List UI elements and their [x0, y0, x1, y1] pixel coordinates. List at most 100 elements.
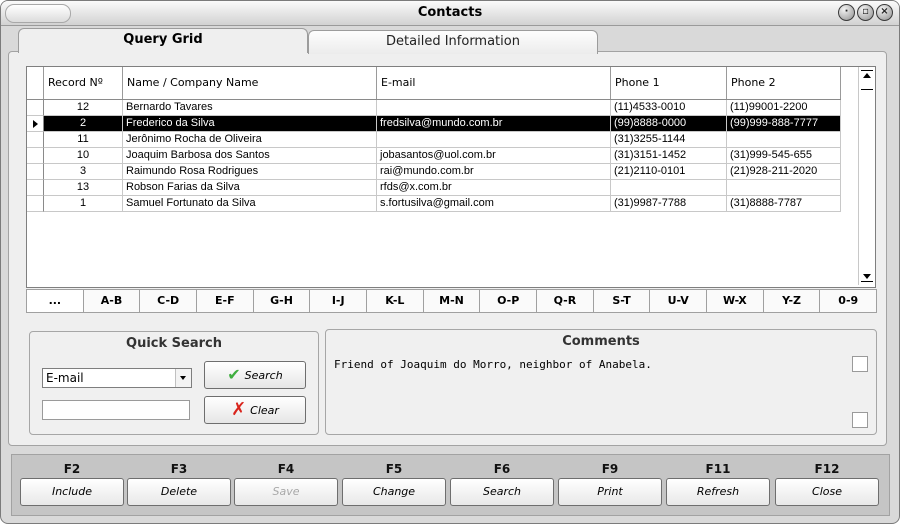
cell-email[interactable]: rai@mundo.com.br — [377, 164, 611, 180]
cell-phone-2[interactable]: (99)999-888-7777 — [727, 116, 841, 132]
cell-record-no[interactable]: 12 — [44, 100, 123, 116]
cell-phone-2[interactable]: (11)99001-2200 — [727, 100, 841, 116]
letter-tab-w-x[interactable]: W-X — [707, 290, 764, 312]
letter-tab-g-h[interactable]: G-H — [254, 290, 311, 312]
cell-email[interactable] — [377, 100, 611, 116]
letter-tab-c-d[interactable]: C-D — [140, 290, 198, 312]
cell-name[interactable]: Bernardo Tavares — [123, 100, 377, 116]
close-button[interactable]: Close — [775, 478, 879, 506]
header-record-no[interactable]: Record Nº — [44, 67, 123, 99]
comments-scroll-up-icon[interactable] — [852, 356, 868, 372]
comments-scrollbar[interactable] — [852, 356, 868, 428]
comments-scroll-down-icon[interactable] — [852, 412, 868, 428]
title-bar[interactable]: Contacts · ▫ × — [1, 1, 899, 26]
scroll-up-icon[interactable] — [863, 73, 871, 78]
delete-button[interactable]: Delete — [127, 478, 231, 506]
search-button-label: Search — [244, 368, 283, 382]
table-row[interactable]: 3 Raimundo Rosa Rodrigues rai@mundo.com.br… — [27, 164, 841, 180]
table-row[interactable]: 11 Jerônimo Rocha de Oliveira (31)3255-114… — [27, 132, 841, 148]
letter-filter-bar: ... A-B C-D E-F G-H I-J K-L M-N O-P Q-R S-T U-V W-X Y… — [26, 289, 877, 313]
cell-name[interactable]: Jerônimo Rocha de Oliveira — [123, 132, 377, 148]
row-indicator[interactable] — [27, 148, 44, 164]
cell-email[interactable]: s.fortusilva@gmail.com — [377, 196, 611, 212]
cell-name[interactable]: Raimundo Rosa Rodrigues — [123, 164, 377, 180]
cell-name[interactable]: Robson Farias da Silva — [123, 180, 377, 196]
search-button[interactable]: Search — [450, 478, 554, 506]
cell-phone-1[interactable]: (99)8888-0000 — [611, 116, 727, 132]
cell-record-no[interactable]: 3 — [44, 164, 123, 180]
letter-tab-o-p[interactable]: O-P — [480, 290, 538, 312]
header-phone-2[interactable]: Phone 2 — [727, 67, 841, 99]
letter-tab-a-b[interactable]: A-B — [84, 290, 141, 312]
letter-tab-y-z[interactable]: Y-Z — [764, 290, 821, 312]
save-button[interactable]: Save — [234, 478, 338, 506]
letter-tab-m-n[interactable]: M-N — [424, 290, 481, 312]
cell-email[interactable]: fredsilva@mundo.com.br — [377, 116, 611, 132]
print-button[interactable]: Print — [558, 478, 662, 506]
cell-phone-1[interactable]: (31)9987-7788 — [611, 196, 727, 212]
fkey-group-f2: F2 Include — [20, 460, 124, 506]
cell-phone-1[interactable]: (31)3255-1144 — [611, 132, 727, 148]
cell-email[interactable] — [377, 132, 611, 148]
cell-record-no[interactable]: 11 — [44, 132, 123, 148]
letter-tab-q-r[interactable]: Q-R — [537, 290, 594, 312]
change-button[interactable]: Change — [342, 478, 446, 506]
tab-query-grid[interactable]: Query Grid — [18, 28, 308, 53]
grid-scrollbar[interactable] — [858, 67, 875, 285]
header-name[interactable]: Name / Company Name — [123, 67, 377, 99]
row-indicator[interactable] — [27, 132, 44, 148]
cell-phone-2[interactable]: (31)8888-7787 — [727, 196, 841, 212]
x-icon: ✗ — [231, 399, 247, 420]
search-input[interactable] — [42, 400, 190, 420]
table-row[interactable]: 12 Bernardo Tavares (11)4533-0010 (11)99001… — [27, 100, 841, 116]
clear-button[interactable]: ✗ Clear — [204, 396, 306, 424]
comments-text[interactable]: Friend of Joaquim do Morro, neighbor of … — [334, 358, 839, 428]
letter-tab-0-9[interactable]: 0-9 — [820, 290, 876, 312]
row-indicator[interactable] — [27, 196, 44, 212]
letter-tab-i-j[interactable]: I-J — [310, 290, 368, 312]
cell-phone-2[interactable]: (21)928-211-2020 — [727, 164, 841, 180]
row-indicator[interactable] — [27, 164, 44, 180]
cell-phone-2[interactable] — [727, 180, 841, 196]
header-phone-1[interactable]: Phone 1 — [611, 67, 727, 99]
cell-record-no[interactable]: 13 — [44, 180, 123, 196]
letter-tab-all[interactable]: ... — [27, 290, 84, 312]
cell-phone-1[interactable]: (11)4533-0010 — [611, 100, 727, 116]
search-button[interactable]: ✔ Search — [204, 361, 306, 389]
cell-email[interactable]: rfds@x.com.br — [377, 180, 611, 196]
row-indicator[interactable] — [27, 100, 44, 116]
tab-detailed-information[interactable]: Detailed Information — [308, 30, 598, 54]
maximize-icon[interactable]: ▫ — [857, 4, 874, 21]
table-row[interactable]: 1 Samuel Fortunato da Silva s.fortusilva@g… — [27, 196, 841, 212]
table-row[interactable]: 13 Robson Farias da Silva rfds@x.com.br — [27, 180, 841, 196]
cell-record-no[interactable]: 10 — [44, 148, 123, 164]
letter-tab-k-l[interactable]: K-L — [367, 290, 424, 312]
cell-phone-1[interactable]: (21)2110-0101 — [611, 164, 727, 180]
cell-email[interactable]: jobasantos@uol.com.br — [377, 148, 611, 164]
table-row[interactable]: 10 Joaquim Barbosa dos Santos jobasantos@u… — [27, 148, 841, 164]
cell-name[interactable]: Samuel Fortunato da Silva — [123, 196, 377, 212]
chevron-down-icon[interactable] — [175, 369, 191, 387]
cell-phone-1[interactable] — [611, 180, 727, 196]
close-icon[interactable]: × — [876, 4, 893, 21]
letter-tab-s-t[interactable]: S-T — [594, 290, 651, 312]
include-button[interactable]: Include — [20, 478, 124, 506]
cell-name[interactable]: Frederico da Silva — [123, 116, 377, 132]
table-row[interactable]: 2 Frederico da Silva fredsilva@mundo.com.b… — [27, 116, 841, 132]
cell-phone-1[interactable]: (31)3151-1452 — [611, 148, 727, 164]
header-email[interactable]: E-mail — [377, 67, 611, 99]
cell-record-no[interactable]: 1 — [44, 196, 123, 212]
minimize-icon[interactable]: · — [838, 4, 855, 21]
row-indicator[interactable] — [27, 180, 44, 196]
cell-phone-2[interactable] — [727, 132, 841, 148]
row-indicator[interactable] — [27, 116, 44, 132]
letter-tab-u-v[interactable]: U-V — [650, 290, 708, 312]
cell-name[interactable]: Joaquim Barbosa dos Santos — [123, 148, 377, 164]
letter-tab-e-f[interactable]: E-F — [197, 290, 254, 312]
contacts-grid[interactable]: Record Nº Name / Company Name E-mail Pho… — [26, 66, 876, 288]
cell-record-no[interactable]: 2 — [44, 116, 123, 132]
refresh-button[interactable]: Refresh — [666, 478, 770, 506]
scroll-down-icon[interactable] — [863, 274, 871, 279]
search-field-select[interactable]: E-mail — [42, 368, 192, 388]
cell-phone-2[interactable]: (31)999-545-655 — [727, 148, 841, 164]
